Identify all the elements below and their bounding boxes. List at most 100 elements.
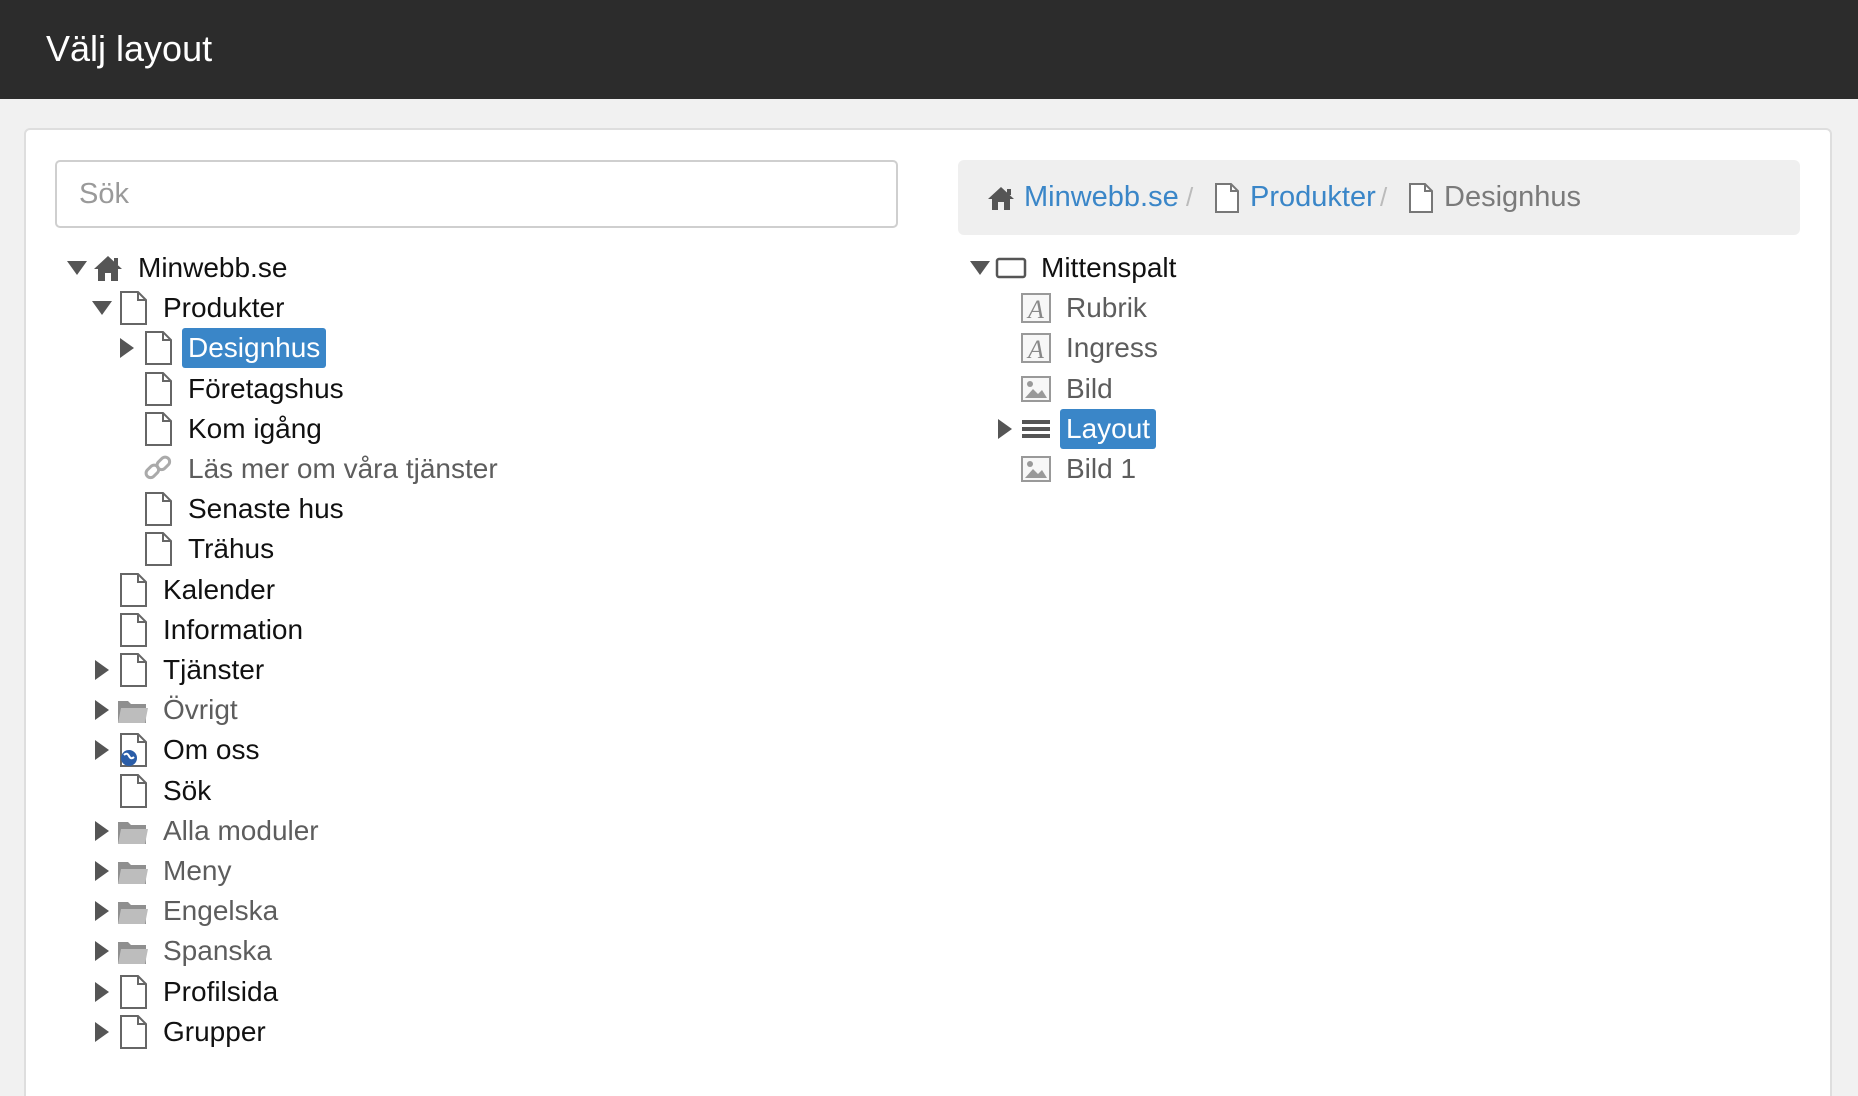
tree-node-label[interactable]: Trähus	[182, 529, 280, 569]
collapse-toggle[interactable]	[969, 248, 991, 288]
module-node-rubrik[interactable]: A Rubrik	[994, 288, 1554, 328]
breadcrumb-label[interactable]: Minwebb.se	[1024, 181, 1179, 214]
caret-right-icon	[120, 338, 134, 359]
tree-node-kalender[interactable]: Kalender	[91, 570, 651, 610]
caret-right-icon	[95, 700, 109, 721]
module-node-label[interactable]: Bild 1	[1060, 449, 1142, 489]
folder-icon	[117, 813, 149, 849]
tree-node-designhus[interactable]: Designhus	[116, 328, 676, 369]
module-node-label[interactable]: Ingress	[1060, 328, 1164, 368]
search-input[interactable]	[55, 160, 898, 228]
expand-toggle[interactable]	[91, 891, 113, 931]
tree-node-produkter[interactable]: Produkter	[91, 288, 651, 328]
expand-toggle[interactable]	[91, 650, 113, 690]
caret-right-icon	[95, 660, 109, 680]
collapse-toggle[interactable]	[66, 248, 88, 288]
page-icon	[117, 612, 149, 648]
expand-toggle[interactable]	[116, 328, 138, 368]
caret-down-icon	[92, 301, 112, 316]
expand-toggle[interactable]	[91, 690, 113, 730]
tree-node-label[interactable]: Information	[157, 610, 309, 650]
tree-node-kom-igang[interactable]: Kom igång	[116, 409, 676, 449]
layout-lines-icon	[1020, 411, 1052, 447]
image-module-icon	[1020, 371, 1052, 407]
caret-right-icon	[998, 418, 1012, 439]
svg-text:A: A	[1026, 295, 1044, 324]
tree-node-label[interactable]: Engelska	[157, 891, 284, 931]
folder-icon	[117, 692, 149, 728]
folder-icon	[117, 893, 149, 929]
caret-down-icon	[67, 261, 87, 275]
breadcrumb-item-produkter[interactable]: Produkter	[1214, 160, 1376, 235]
expand-toggle[interactable]	[91, 730, 113, 770]
expand-toggle[interactable]	[91, 851, 113, 891]
tree-node-foretagshus[interactable]: Företagshus	[116, 369, 676, 409]
page-icon	[142, 531, 174, 567]
expand-toggle[interactable]	[91, 811, 113, 851]
tree-node-grupper[interactable]: Grupper	[91, 1012, 651, 1052]
tree-node-label[interactable]: Kom igång	[182, 409, 328, 449]
tree-node-label[interactable]: Senaste hus	[182, 489, 350, 529]
module-node-bild[interactable]: Bild	[994, 369, 1554, 409]
globe-page-icon	[117, 732, 149, 768]
tree-node-minwebb-se[interactable]: Minwebb.se	[66, 248, 626, 288]
tree-node-label[interactable]: Designhus	[182, 328, 327, 369]
tree-node-senaste-hus[interactable]: Senaste hus	[116, 489, 676, 529]
module-node-label[interactable]: Rubrik	[1060, 288, 1153, 328]
module-node-label[interactable]: Bild	[1060, 369, 1119, 409]
tree-node-profilsida[interactable]: Profilsida	[91, 972, 651, 1012]
caret-right-icon	[95, 820, 109, 841]
module-node-label[interactable]: Layout	[1060, 408, 1157, 449]
tree-node-meny[interactable]: Meny	[91, 851, 651, 891]
breadcrumb-separator: /	[1186, 182, 1194, 212]
image-module-icon	[1020, 451, 1052, 487]
tree-node-tjanster[interactable]: Tjänster	[91, 650, 651, 690]
tree-node-spanska[interactable]: Spanska	[91, 931, 651, 971]
tree-node-label[interactable]: Spanska	[157, 931, 278, 971]
tree-node-label[interactable]: Profilsida	[157, 972, 284, 1012]
folder-icon	[117, 933, 149, 969]
tree-node-label[interactable]: Minwebb.se	[132, 248, 293, 288]
tree-node-trahus[interactable]: Trähus	[116, 529, 676, 569]
tree-node-label[interactable]: Produkter	[157, 288, 290, 328]
expand-toggle[interactable]	[91, 931, 113, 971]
collapse-toggle[interactable]	[91, 288, 113, 328]
home-icon	[92, 250, 124, 286]
breadcrumb-label: Designhus	[1444, 181, 1582, 213]
module-node-layout[interactable]: Layout	[994, 408, 1554, 449]
tree-node-label[interactable]: Meny	[157, 851, 237, 891]
frame-icon	[995, 250, 1027, 286]
tree-node-label[interactable]: Grupper	[157, 1012, 272, 1052]
page-icon	[117, 773, 149, 809]
breadcrumb-item-designhus: Designhus	[1408, 160, 1581, 235]
tree-node-label[interactable]: Alla moduler	[157, 811, 325, 851]
module-node-label[interactable]: Mittenspalt	[1035, 248, 1182, 288]
tree-node-label[interactable]: Sök	[157, 771, 217, 811]
module-node-bild-1[interactable]: Bild 1	[994, 449, 1554, 489]
breadcrumb: Minwebb.se / Produkter / Designhus	[958, 160, 1800, 235]
tree-node-label[interactable]: Kalender	[157, 570, 281, 610]
expand-toggle[interactable]	[91, 972, 113, 1012]
breadcrumb-item-minwebb[interactable]: Minwebb.se	[986, 160, 1179, 235]
tree-node-label[interactable]: Övrigt	[157, 690, 244, 730]
tree-node-label[interactable]: Läs mer om våra tjänster	[182, 449, 504, 489]
tree-node-om-oss[interactable]: Om oss	[91, 730, 651, 770]
tree-node-ovrigt[interactable]: Övrigt	[91, 690, 651, 730]
tree-node-information[interactable]: Information	[91, 610, 651, 650]
tree-node-alla-moduler[interactable]: Alla moduler	[91, 811, 651, 851]
tree-node-label[interactable]: Om oss	[157, 730, 265, 770]
page-icon	[117, 572, 149, 608]
tree-node-label[interactable]: Företagshus	[182, 369, 350, 409]
page-icon	[142, 330, 174, 366]
module-node-mittenspalt[interactable]: Mittenspalt	[969, 248, 1529, 288]
tree-node-las-mer-om-vara-tjanster[interactable]: Läs mer om våra tjänster	[116, 449, 676, 489]
tree-node-label[interactable]: Tjänster	[157, 650, 270, 690]
caret-right-icon	[95, 861, 109, 881]
tree-node-sok[interactable]: Sök	[91, 771, 651, 811]
expand-toggle[interactable]	[91, 1012, 113, 1052]
page-icon	[142, 411, 174, 447]
expand-toggle[interactable]	[994, 409, 1016, 449]
module-node-ingress[interactable]: A Ingress	[994, 328, 1554, 368]
tree-node-engelska[interactable]: Engelska	[91, 891, 651, 931]
breadcrumb-label[interactable]: Produkter	[1250, 181, 1376, 214]
